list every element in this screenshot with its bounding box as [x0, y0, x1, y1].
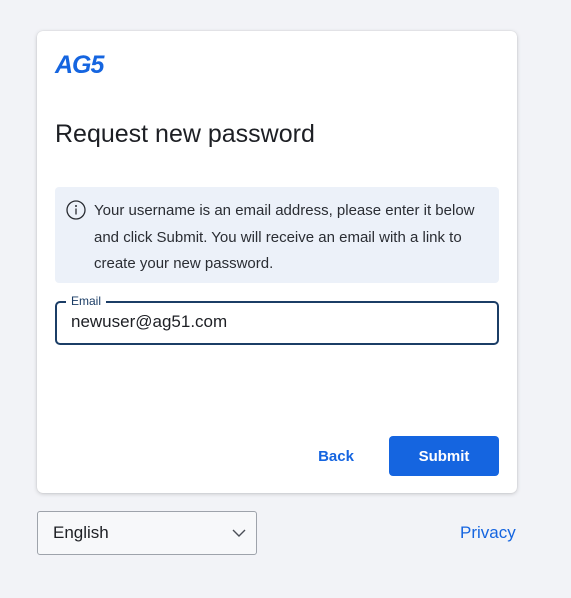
- email-input[interactable]: [71, 310, 481, 334]
- privacy-link[interactable]: Privacy: [460, 523, 516, 543]
- ag5-logo: AG5: [55, 51, 104, 79]
- request-password-card: AG5 Request new password Your username i…: [37, 31, 517, 493]
- info-icon: [66, 200, 86, 220]
- page-title: Request new password: [55, 120, 315, 148]
- back-button[interactable]: Back: [299, 436, 373, 476]
- email-label: Email: [66, 294, 107, 308]
- info-notice: Your username is an email address, pleas…: [55, 187, 499, 283]
- language-select[interactable]: English: [37, 511, 257, 555]
- language-selected: English: [53, 523, 109, 542]
- info-text: Your username is an email address, pleas…: [94, 202, 475, 272]
- email-field[interactable]: Email: [55, 294, 499, 345]
- submit-button[interactable]: Submit: [389, 436, 499, 476]
- chevron-down-icon: [232, 529, 246, 537]
